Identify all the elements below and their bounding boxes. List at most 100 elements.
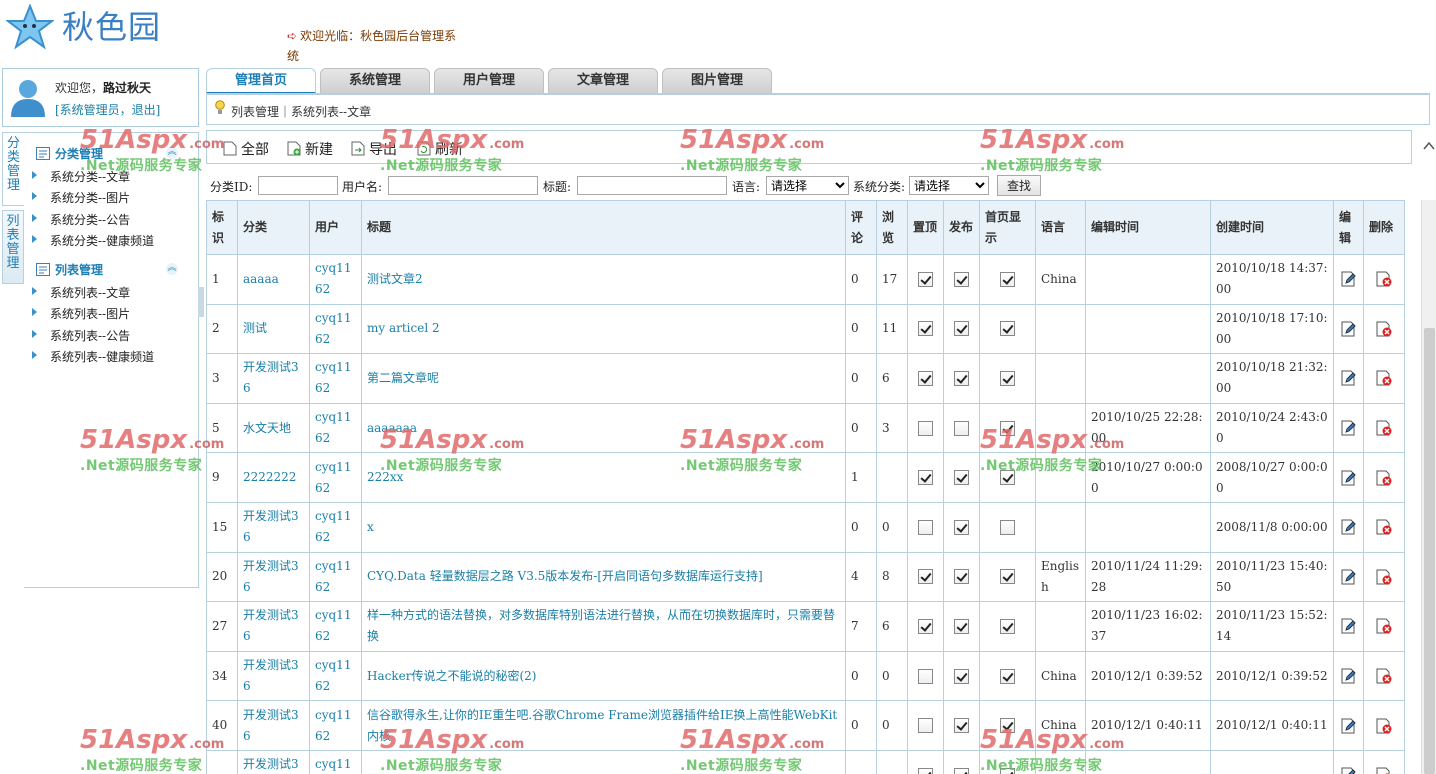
home-checkbox[interactable]	[1000, 569, 1015, 585]
delete-button[interactable]	[1375, 668, 1393, 684]
row-title[interactable]: 测试文章2	[361, 254, 846, 305]
system-category-select[interactable]: 请选择	[909, 176, 989, 195]
published-checkbox[interactable]	[954, 569, 969, 585]
row-title[interactable]: Hacker传说之不能说的秘密(2)	[361, 650, 846, 702]
vtab-list[interactable]: 列表管理	[2, 210, 24, 284]
published-checkbox[interactable]	[954, 668, 969, 684]
row-category[interactable]: 开发测试36	[237, 501, 310, 553]
row-user[interactable]: cyq1162	[309, 601, 362, 652]
row-user[interactable]: cyq1162	[309, 402, 362, 454]
top-checkbox[interactable]	[918, 470, 933, 486]
tab-system[interactable]: 系统管理	[320, 68, 430, 94]
vertical-scrollbar[interactable]	[1421, 200, 1436, 774]
edit-button[interactable]	[1340, 420, 1358, 436]
search-button[interactable]: 查找	[997, 175, 1041, 196]
all-button[interactable]: 全部	[223, 139, 269, 159]
row-user[interactable]: cyq1162	[309, 353, 362, 404]
row-title[interactable]: CYQ.Data 轻量数据层之路 V3.5版本发布-[开启同语句多数据库运行支持…	[361, 551, 846, 603]
sidebar-item-list-notice[interactable]: 系统列表--公告	[31, 327, 130, 344]
home-checkbox[interactable]	[1000, 718, 1015, 734]
published-checkbox[interactable]	[954, 420, 969, 436]
row-title[interactable]: 样一种方式的语法替换，对多数据库特别语法进行替换，从而在切换数据库时，只需要替换	[361, 601, 846, 652]
new-button[interactable]: 新建	[287, 139, 333, 159]
edit-button[interactable]	[1340, 618, 1358, 634]
collapse-up-icon[interactable]: ︽	[166, 263, 178, 275]
home-checkbox[interactable]	[1000, 618, 1015, 634]
scrollbar-thumb[interactable]	[1424, 328, 1435, 774]
edit-button[interactable]	[1340, 370, 1358, 386]
edit-button[interactable]	[1340, 668, 1358, 684]
home-checkbox[interactable]	[1000, 420, 1015, 436]
row-category[interactable]: 开发测试36	[237, 650, 310, 702]
tab-articles[interactable]: 文章管理	[548, 68, 658, 94]
row-user[interactable]: cyq1162	[309, 501, 362, 553]
row-user[interactable]: cyq1162	[309, 650, 362, 702]
row-category[interactable]: aaaaa	[237, 254, 310, 305]
delete-button[interactable]	[1375, 618, 1393, 634]
edit-button[interactable]	[1340, 767, 1358, 774]
username-input[interactable]	[388, 176, 538, 195]
tab-images[interactable]: 图片管理	[662, 68, 772, 94]
sidebar-item-list-image[interactable]: 系统列表--图片	[31, 305, 130, 322]
top-checkbox[interactable]	[918, 519, 933, 535]
home-checkbox[interactable]	[1000, 370, 1015, 386]
home-checkbox[interactable]	[1000, 321, 1015, 337]
row-user[interactable]: cyq1162	[309, 749, 362, 774]
published-checkbox[interactable]	[954, 718, 969, 734]
refresh-button[interactable]: 刷新	[417, 139, 463, 159]
home-checkbox[interactable]	[1000, 767, 1015, 774]
published-checkbox[interactable]	[954, 767, 969, 774]
top-checkbox[interactable]	[918, 569, 933, 585]
sidebar-item-category-notice[interactable]: 系统分类--公告	[31, 211, 130, 228]
row-title[interactable]: x	[361, 501, 846, 553]
category-id-input[interactable]	[258, 176, 338, 195]
published-checkbox[interactable]	[954, 271, 969, 287]
edit-button[interactable]	[1340, 321, 1358, 337]
edit-button[interactable]	[1340, 718, 1358, 734]
delete-button[interactable]	[1375, 718, 1393, 734]
section-list-title[interactable]: 列表管理	[36, 261, 103, 278]
top-checkbox[interactable]	[918, 420, 933, 436]
row-user[interactable]: cyq1162	[309, 700, 362, 751]
row-category[interactable]: 开发测试36	[237, 601, 310, 652]
edit-button[interactable]	[1340, 470, 1358, 486]
row-title[interactable]: 第二篇文章呢	[361, 353, 846, 404]
sidebar-splitter-handle[interactable]	[198, 287, 204, 317]
top-checkbox[interactable]	[918, 767, 933, 774]
delete-button[interactable]	[1375, 420, 1393, 436]
row-title[interactable]: 222xx	[361, 452, 846, 503]
sidebar-item-category-article[interactable]: 系统分类--文章	[31, 168, 130, 185]
top-checkbox[interactable]	[918, 668, 933, 684]
edit-button[interactable]	[1340, 569, 1358, 585]
row-category[interactable]: 开发测试36	[237, 551, 310, 603]
home-checkbox[interactable]	[1000, 519, 1015, 535]
top-checkbox[interactable]	[918, 718, 933, 734]
top-checkbox[interactable]	[918, 271, 933, 287]
row-title[interactable]	[361, 749, 846, 774]
scroll-up-arrow-icon[interactable]	[1423, 140, 1435, 152]
top-checkbox[interactable]	[918, 321, 933, 337]
sidebar-item-list-article[interactable]: 系统列表--文章	[31, 284, 130, 301]
top-checkbox[interactable]	[918, 370, 933, 386]
delete-button[interactable]	[1375, 321, 1393, 337]
sidebar-item-category-image[interactable]: 系统分类--图片	[31, 189, 130, 206]
published-checkbox[interactable]	[954, 618, 969, 634]
row-user[interactable]: cyq1162	[309, 254, 362, 305]
language-select[interactable]: 请选择	[766, 176, 849, 195]
sidebar-item-category-health[interactable]: 系统分类--健康频道	[31, 232, 154, 249]
published-checkbox[interactable]	[954, 321, 969, 337]
sidebar-item-list-health[interactable]: 系统列表--健康频道	[31, 348, 154, 365]
row-user[interactable]: cyq1162	[309, 551, 362, 603]
row-title[interactable]: my articel 2	[361, 303, 846, 355]
top-checkbox[interactable]	[918, 618, 933, 634]
published-checkbox[interactable]	[954, 370, 969, 386]
home-checkbox[interactable]	[1000, 668, 1015, 684]
published-checkbox[interactable]	[954, 519, 969, 535]
row-category[interactable]: 开发测试36	[237, 749, 310, 774]
section-category-title[interactable]: 分类管理	[36, 145, 103, 162]
published-checkbox[interactable]	[954, 470, 969, 486]
home-checkbox[interactable]	[1000, 271, 1015, 287]
delete-button[interactable]	[1375, 271, 1393, 287]
delete-button[interactable]	[1375, 470, 1393, 486]
delete-button[interactable]	[1375, 519, 1393, 535]
